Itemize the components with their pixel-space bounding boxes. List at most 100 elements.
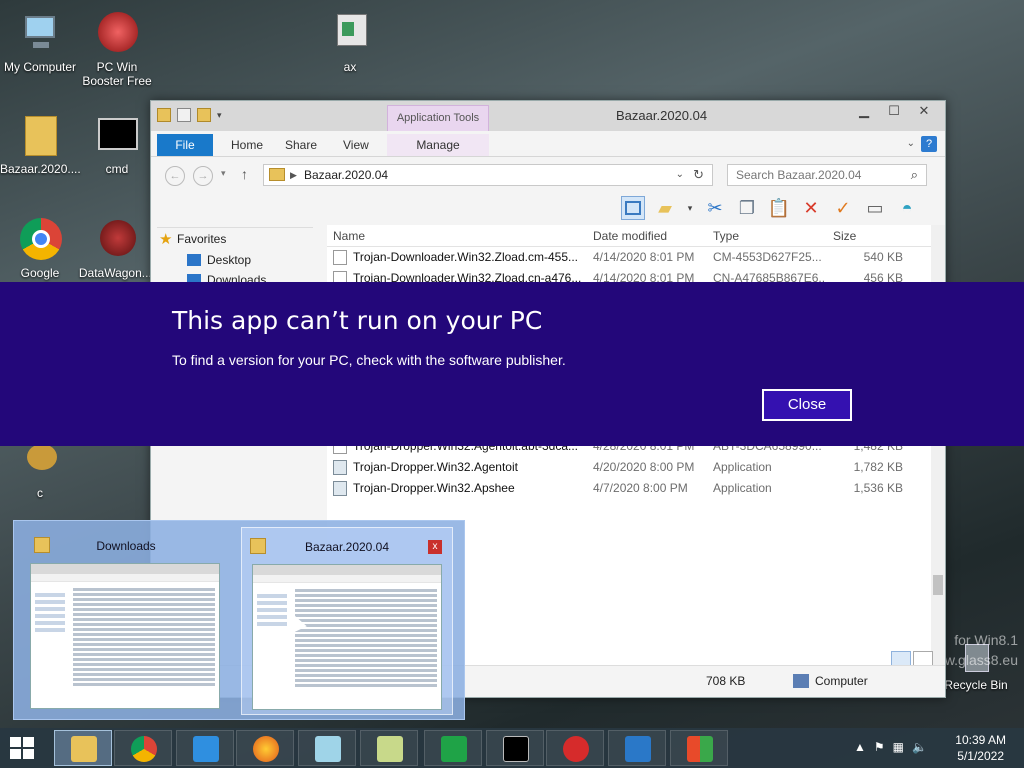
minimize-button[interactable]: ▁ — [849, 101, 879, 123]
sun-icon — [193, 736, 219, 762]
thumbnail-title: Downloads — [96, 539, 156, 553]
column-size[interactable]: Size — [833, 229, 856, 243]
desktop-icon-google-chrome[interactable]: Google — [0, 216, 80, 280]
breadcrumb[interactable]: Bazaar.2020.04 — [304, 168, 388, 182]
network-icon[interactable]: ▦ — [893, 740, 904, 754]
breadcrumb-arrow-icon[interactable]: ▶ — [290, 165, 297, 185]
application-tools-group: Application Tools — [387, 105, 489, 131]
clock[interactable]: 10:39 AM 5/1/2022 — [955, 732, 1006, 764]
table-row[interactable]: Trojan-Dropper.Win32.Apshee 4/7/2020 8:00… — [327, 478, 931, 499]
desktop-icon-cmd[interactable]: cmd — [77, 112, 157, 176]
search-placeholder: Search Bazaar.2020.04 — [736, 168, 862, 182]
store-icon — [441, 736, 467, 762]
desktop-icon-ax[interactable]: ax — [310, 10, 390, 74]
forward-button[interactable]: → — [193, 166, 213, 186]
chevron-down-icon[interactable]: ⌄ — [676, 165, 684, 185]
tab-file[interactable]: File — [157, 134, 213, 156]
tab-home[interactable]: Home — [223, 134, 271, 156]
nav-desktop[interactable]: Desktop — [157, 250, 313, 270]
chevron-down-icon[interactable]: ⌄ — [907, 138, 915, 149]
desktop-icon-bazaar-folder[interactable]: Bazaar.2020.... — [0, 112, 81, 176]
notepad-icon — [315, 736, 341, 762]
datawagon-icon — [94, 216, 140, 262]
start-button[interactable] — [10, 737, 36, 761]
address-bar[interactable]: ▶ Bazaar.2020.04 ⌄ ↻ — [263, 164, 713, 186]
close-button[interactable]: ✕ — [909, 101, 939, 123]
thumbnail-title: Bazaar.2020.04 — [304, 540, 390, 554]
back-button[interactable]: ← — [165, 166, 185, 186]
chevron-down-icon[interactable]: ▾ — [685, 196, 695, 220]
taskbar-weather[interactable] — [176, 730, 234, 766]
star-icon: ★ — [159, 231, 173, 248]
dialog-message: To find a version for your PC, check wit… — [172, 352, 566, 368]
application-icon — [333, 460, 347, 475]
column-date-modified[interactable]: Date modified — [593, 229, 667, 243]
taskbar-cmd[interactable] — [486, 730, 544, 766]
file-type: Application — [713, 460, 772, 474]
table-row[interactable]: Trojan-Downloader.Win32.Zload.cm-455... 4… — [327, 247, 931, 268]
window-controls: ▁ ☐ ✕ — [849, 101, 939, 123]
desktop-icon-datawagon[interactable]: DataWagon.... — [77, 216, 157, 280]
zone-label: Computer — [815, 674, 868, 688]
up-arrow-icon[interactable]: ↑ — [241, 166, 248, 182]
taskbar-firefox[interactable] — [236, 730, 294, 766]
column-headers: Name Date modified Type Size — [327, 225, 931, 247]
help-icon[interactable]: ? — [921, 136, 937, 152]
taskbar-notepad[interactable] — [298, 730, 356, 766]
tab-manage[interactable]: Manage — [387, 134, 489, 156]
thumbnail-downloads[interactable]: Downloads — [20, 527, 232, 715]
file-name[interactable]: Trojan-Dropper.Win32.Agentoit — [353, 460, 583, 474]
paste-icon[interactable]: 📋 — [767, 196, 791, 220]
nav-favorites[interactable]: ★ Favorites — [157, 227, 313, 250]
taskbar-app-blue[interactable] — [608, 730, 666, 766]
new-folder-icon[interactable] — [197, 108, 211, 122]
desktop-icon-label: Bazaar.2020.... — [0, 162, 81, 176]
recent-locations-icon[interactable]: ▾ — [221, 168, 226, 179]
desktop-icon-my-computer[interactable]: My Computer — [0, 10, 80, 74]
tab-share[interactable]: Share — [277, 134, 325, 156]
search-input[interactable]: Search Bazaar.2020.04 ⌕ — [727, 164, 927, 186]
refresh-icon[interactable]: ↻ — [693, 165, 704, 185]
tab-view[interactable]: View — [335, 134, 377, 156]
folder-icon[interactable] — [157, 108, 171, 122]
file-name[interactable]: Trojan-Dropper.Win32.Apshee — [353, 481, 583, 495]
properties-icon[interactable] — [177, 108, 191, 122]
taskbar-app-colorful[interactable] — [670, 730, 728, 766]
chevron-down-icon[interactable]: ▾ — [217, 108, 222, 122]
delete-icon[interactable]: ✕ — [799, 196, 823, 220]
thumbnail-close-button[interactable]: x — [428, 540, 442, 554]
thumbnail-bazaar[interactable]: Bazaar.2020.04 x — [241, 527, 453, 715]
scrollbar-thumb[interactable] — [933, 575, 943, 595]
taskbar-store[interactable] — [424, 730, 482, 766]
column-name[interactable]: Name — [333, 229, 365, 243]
volume-icon[interactable]: 🔈 — [912, 740, 927, 754]
taskbar-file-explorer[interactable] — [54, 730, 112, 766]
copy-icon[interactable]: ❐ — [735, 196, 759, 220]
nav-label: Favorites — [177, 232, 227, 246]
close-dialog-button[interactable]: Close — [762, 389, 852, 421]
preview-pane-icon[interactable] — [621, 196, 645, 220]
taskbar-chrome[interactable] — [114, 730, 172, 766]
table-row[interactable]: Trojan-Dropper.Win32.Agentoit 4/20/2020 8… — [327, 457, 931, 478]
file-date: 4/7/2020 8:00 PM — [593, 481, 688, 495]
maximize-button[interactable]: ☐ — [879, 101, 909, 123]
flag-icon[interactable]: ⚑ — [874, 740, 885, 754]
taskbar-notepad-plus[interactable] — [360, 730, 418, 766]
cut-icon[interactable]: ✂ — [703, 196, 727, 220]
dialog-title: This app can’t run on your PC — [172, 306, 543, 335]
rename-icon[interactable]: ▭ — [863, 196, 887, 220]
select-folder-icon[interactable]: ▰ — [653, 196, 677, 220]
file-name[interactable]: Trojan-Downloader.Win32.Zload.cm-455... — [353, 250, 583, 264]
taskbar-dx[interactable] — [546, 730, 604, 766]
shell-icon[interactable]: ◓ — [895, 196, 919, 220]
show-hidden-icons-icon[interactable]: ▲ — [854, 740, 866, 754]
checkmark-icon[interactable]: ✓ — [831, 196, 855, 220]
desktop-icon-label: Recycle Bin — [944, 678, 1008, 692]
cmd-icon — [503, 736, 529, 762]
quick-access-toolbar: ▾ — [157, 108, 222, 122]
desktop-icon-pc-win-booster[interactable]: PC Win Booster Free — [77, 10, 157, 88]
file-size: 540 KB — [863, 250, 903, 264]
column-type[interactable]: Type — [713, 229, 739, 243]
search-icon[interactable]: ⌕ — [911, 165, 918, 185]
desktop-icon — [187, 254, 201, 266]
